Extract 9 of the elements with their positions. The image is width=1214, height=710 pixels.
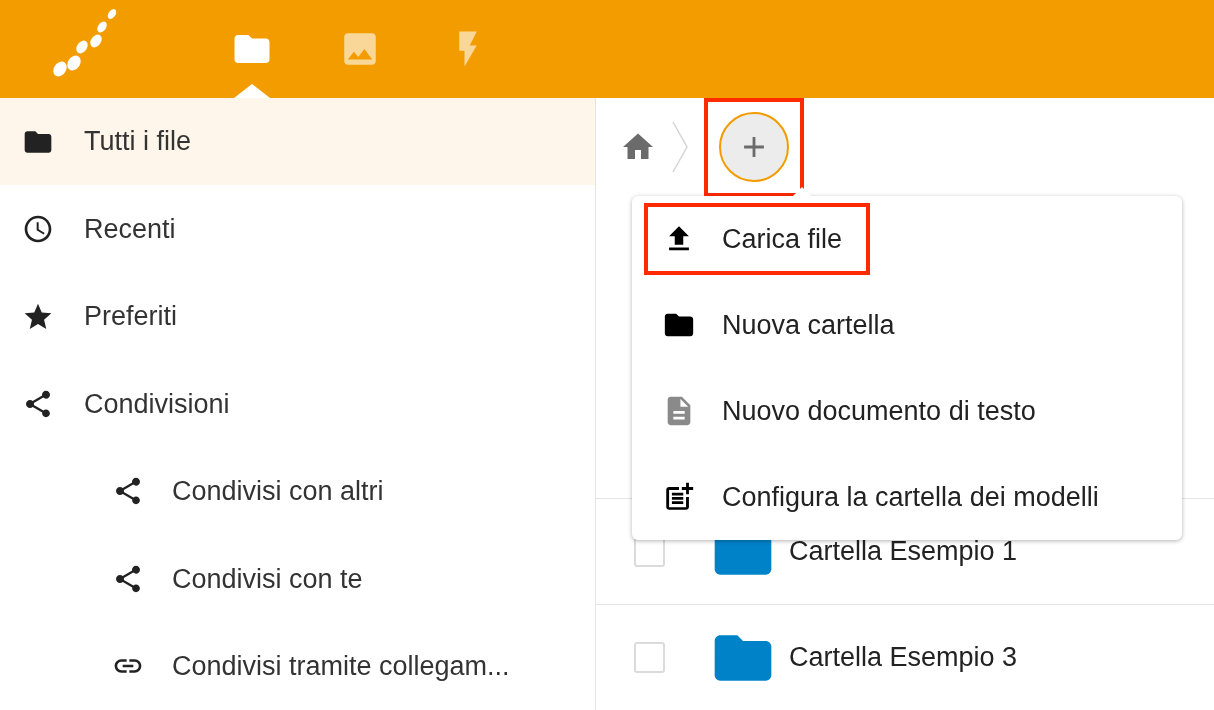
logo-icon xyxy=(52,7,118,77)
file-name: Cartella Esempio 1 xyxy=(789,535,1018,569)
menu-item[interactable]: Carica file xyxy=(644,203,871,275)
menu-item[interactable]: Nuova cartella xyxy=(644,289,923,361)
menu-item[interactable]: Configura la cartella dei modelli xyxy=(644,461,1127,533)
file-name: Cartella Esempio 3 xyxy=(789,641,1018,675)
sidebar-item[interactable]: Tutti i file xyxy=(0,98,595,186)
chevron-icon xyxy=(672,121,688,173)
menu-item[interactable]: Nuovo documento di testo xyxy=(644,375,1064,447)
